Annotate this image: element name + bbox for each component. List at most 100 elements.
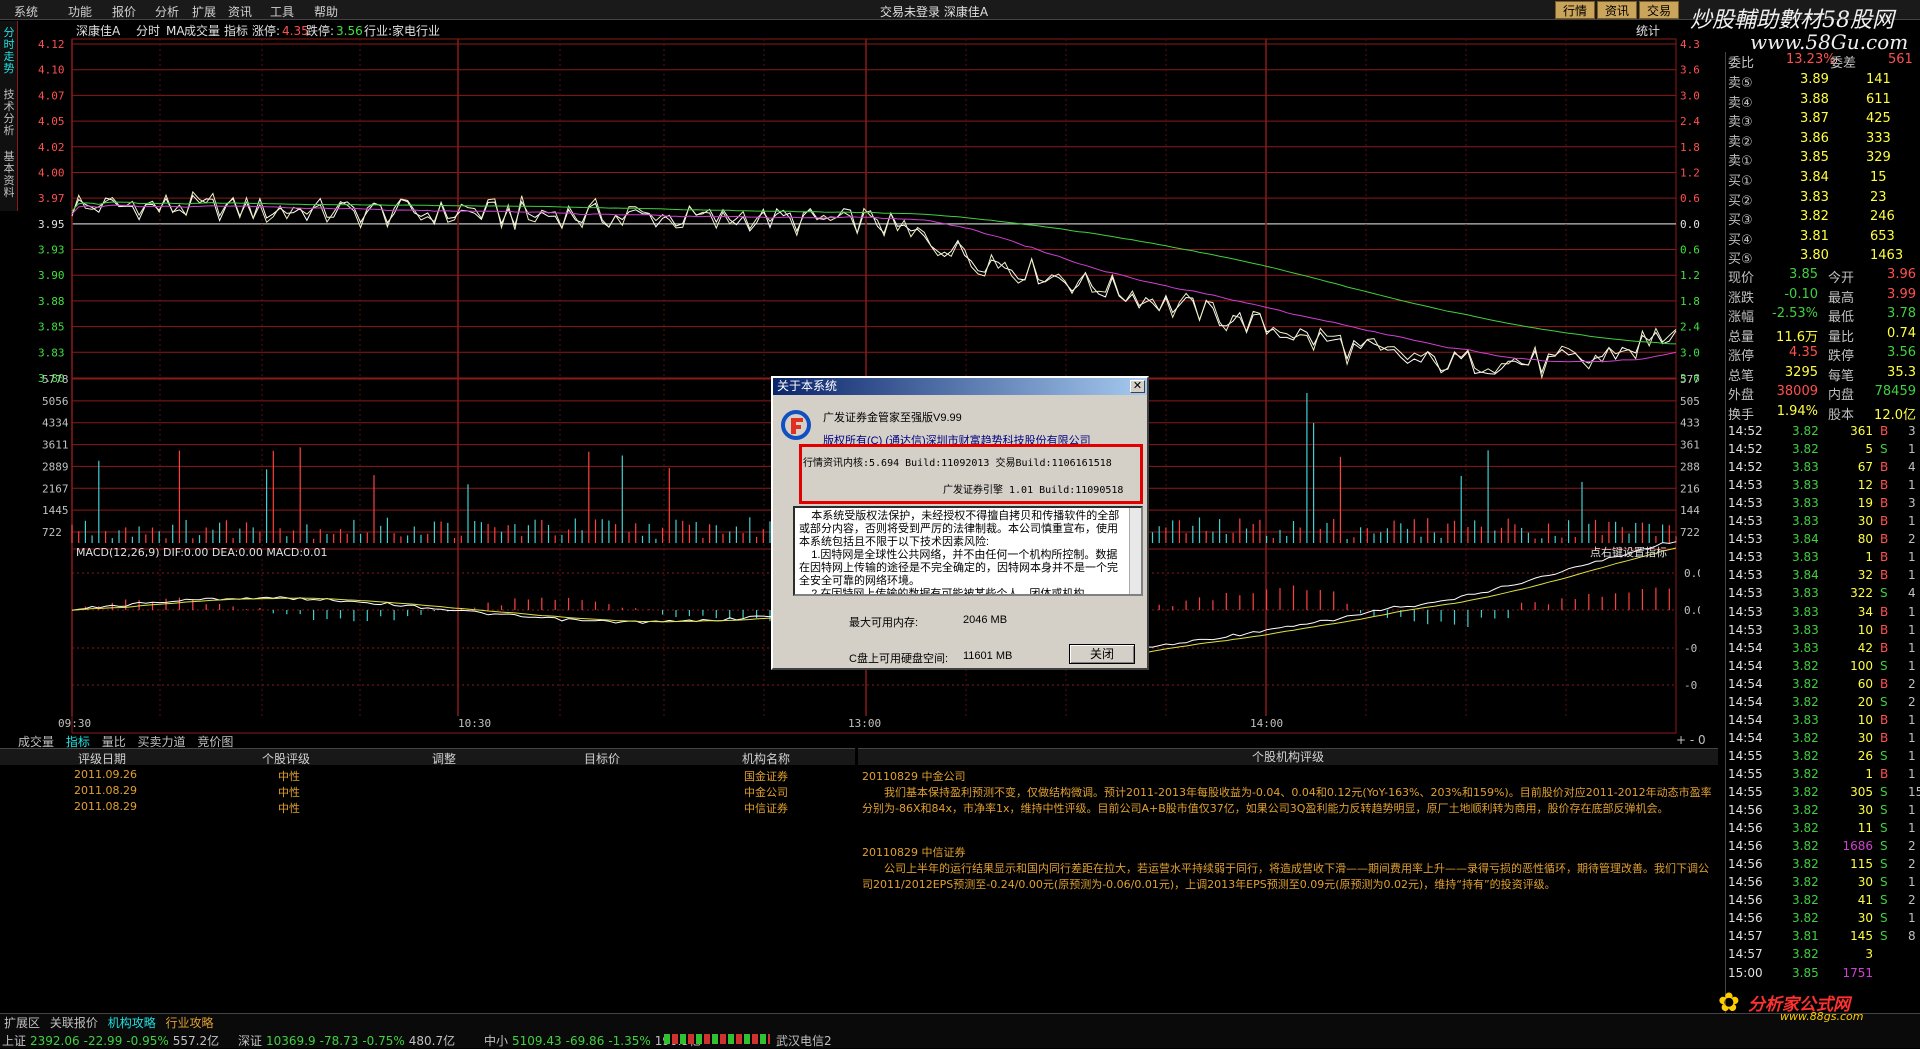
tab-auction[interactable]: 竞价图 (197, 735, 233, 749)
vol-tick-right: 4334 (1680, 417, 1700, 430)
trade-button[interactable]: 交易 (1639, 1, 1679, 19)
col-target[interactable]: 目标价 (584, 750, 620, 767)
pct-tick: 0.61% (1680, 244, 1700, 257)
vol-tick: 5056 (42, 395, 69, 408)
vol-tick-right: 2889 (1680, 460, 1700, 473)
pct-tick: 2.46% (1680, 115, 1700, 128)
pct-tick: 3.07% (1680, 89, 1700, 102)
buy-level: 买④ 3.81 653 (1728, 228, 1895, 248)
menu-extend[interactable]: 扩展 (192, 3, 216, 20)
tab-org-strategy[interactable]: 机构攻略 (108, 1016, 156, 1030)
market-strength-bars (664, 1034, 770, 1044)
time-tick: 14:00 (1250, 717, 1283, 730)
stat-button[interactable]: 统计 (1636, 24, 1660, 38)
chart-stock-name: 深康佳A (76, 23, 121, 38)
price-tick: 4.00 (38, 166, 65, 179)
macd-tick: 0.00 (1684, 604, 1700, 617)
tab-indicator[interactable]: 指标 (66, 735, 90, 749)
info-button[interactable]: 资讯 (1597, 1, 1637, 19)
rating-header: 评级日期 个股评级 调整 目标价 机构名称 (0, 749, 855, 767)
table-cell: 中性 (278, 770, 300, 783)
index-item[interactable]: 深证 10369.9 -78.73 -0.75% 480.7亿 (238, 1032, 459, 1049)
close-icon[interactable]: ✕ (1130, 380, 1145, 393)
org-rating-title: 个股机构评级 (858, 749, 1718, 765)
tick-row: 14:54 3.83 42 B 1 (1728, 640, 1916, 655)
table-cell: 中性 (278, 786, 300, 799)
mem-label: 最大可用内存: (849, 617, 919, 629)
tab-extension[interactable]: 扩展区 (4, 1016, 40, 1030)
license-text[interactable]: 本系统受版权法保护，未经授权不得擅自拷贝和传播软件的全部或部分内容，否则将受到严… (793, 506, 1143, 596)
tick-row: 14:54 3.82 100 S 1 (1728, 658, 1916, 673)
tab-volume[interactable]: 成交量 (18, 735, 54, 749)
tick-row: 14:54 3.82 60 B 2 (1728, 676, 1916, 691)
menu-analysis[interactable]: 分析 (155, 3, 179, 20)
pct-tick: 0.61% (1680, 192, 1700, 205)
tab-buy-sell-power[interactable]: 买卖力道 (138, 735, 186, 749)
vol-tick: 1445 (42, 504, 69, 517)
price-tick: 4.05 (38, 115, 65, 128)
index-item[interactable]: 上证 2392.06 -22.99 -0.95% 557.2亿 (2, 1032, 223, 1049)
menu-help[interactable]: 帮助 (314, 3, 338, 20)
menu-tools[interactable]: 工具 (270, 3, 294, 20)
intraday-chart[interactable]: 4.12 4.30% 4.10 3.69% 4.07 3.07% 4.05 2.46% 4.02… (0, 21, 1700, 736)
close-button[interactable]: 关闭 (1069, 644, 1135, 664)
kernel-version: 行情资讯内核:5.694 Build:11092013 交易Build:1106… (803, 458, 1112, 469)
table-cell: 国金证券 (744, 770, 788, 783)
menu-system[interactable]: 系统 (14, 3, 38, 20)
time-tick: 10:30 (458, 717, 491, 730)
tick-row: 14:53 3.83 322 S 4 (1728, 586, 1916, 601)
col-org[interactable]: 机构名称 (742, 750, 790, 767)
market-button[interactable]: 行情 (1555, 1, 1595, 19)
pct-tick: 1.23% (1680, 166, 1700, 179)
gf-logo-icon (781, 410, 811, 440)
chart-vol-label[interactable]: 成交量 (184, 23, 220, 38)
vol-tick-right: 5778 (1680, 373, 1700, 386)
vol-tick-right: 722 (1680, 526, 1700, 539)
disk-label: C盘上可用硬盘空间: (849, 653, 948, 665)
menu-quote[interactable]: 报价 (112, 3, 136, 20)
chart-ma[interactable]: MA (166, 24, 185, 38)
tick-row: 14:53 3.83 10 B 1 (1728, 622, 1916, 637)
col-date[interactable]: 评级日期 (78, 750, 126, 767)
zoom-controls[interactable]: + - 0 (1676, 733, 1706, 747)
price-tick: 4.10 (38, 64, 65, 77)
chart-mode[interactable]: 分时 (136, 24, 160, 38)
tab-volume-ratio[interactable]: 量比 (102, 735, 126, 749)
price-tick: 3.90 (38, 269, 65, 282)
buy-level: 买③ 3.82 246 (1728, 209, 1895, 228)
pct-tick: 2.46% (1680, 321, 1700, 334)
price-line (71, 194, 1677, 375)
vol-tick: 5778 (42, 373, 69, 386)
vol-tick-right: 1445 (1680, 504, 1700, 517)
org-para-2: 20110829 中信证券 公司上半年的运行结果显示和国内同行差距在拉大，若运营… (862, 846, 1709, 891)
pct-tick: 1.23% (1680, 269, 1700, 282)
tab-industry-strategy[interactable]: 行业攻略 (166, 1016, 214, 1030)
tick-row: 14:54 3.82 20 S 2 (1728, 694, 1916, 709)
engine-version: 广发证券引擎 1.01 Build:11090518 (943, 485, 1124, 496)
tick-row: 14:53 3.84 80 B 2 (1728, 532, 1916, 547)
sell-level: 卖③ 3.87 425 (1728, 111, 1891, 130)
menu-function[interactable]: 功能 (68, 3, 92, 20)
table-row[interactable]: 2011.09.26 中性 国金证券 (0, 767, 855, 783)
ma-line (71, 204, 1677, 363)
col-rating[interactable]: 个股评级 (262, 750, 310, 767)
watermark-bottom: ✿ 分析家公式网 www.88gs.com (1718, 988, 1864, 1023)
macd-label: MACD(12,26,9) DIF:0.00 DEA:0.00 MACD:0.0… (76, 546, 328, 559)
tick-row: 14:55 3.82 1 B 1 (1728, 766, 1916, 781)
tick-row: 14:52 3.82 361 B 3 (1728, 424, 1916, 438)
sell-level: 卖① 3.85 329 (1728, 150, 1891, 169)
license-scrollbar[interactable] (1129, 508, 1141, 594)
table-row[interactable]: 2011.08.29 中性 中金公司 (0, 783, 855, 799)
col-adjust[interactable]: 调整 (432, 750, 456, 767)
tick-row: 14:54 3.83 10 B 1 (1728, 712, 1916, 727)
table-row[interactable]: 2011.08.29 中性 中信证券 (0, 799, 855, 815)
tick-row: 14:53 3.83 1 B 1 (1728, 550, 1916, 565)
chart-indicator[interactable]: 指标 (224, 23, 248, 38)
tab-related[interactable]: 关联报价 (50, 1016, 98, 1030)
macd-tick: 0.01 (1684, 567, 1700, 580)
menu-info[interactable]: 资讯 (228, 3, 252, 20)
table-cell: 中性 (278, 802, 300, 815)
mem-value: 2046 MB (963, 614, 1008, 626)
news-ticker[interactable]: 武汉电信2 (776, 1032, 832, 1049)
vol-tick: 3611 (42, 439, 69, 452)
